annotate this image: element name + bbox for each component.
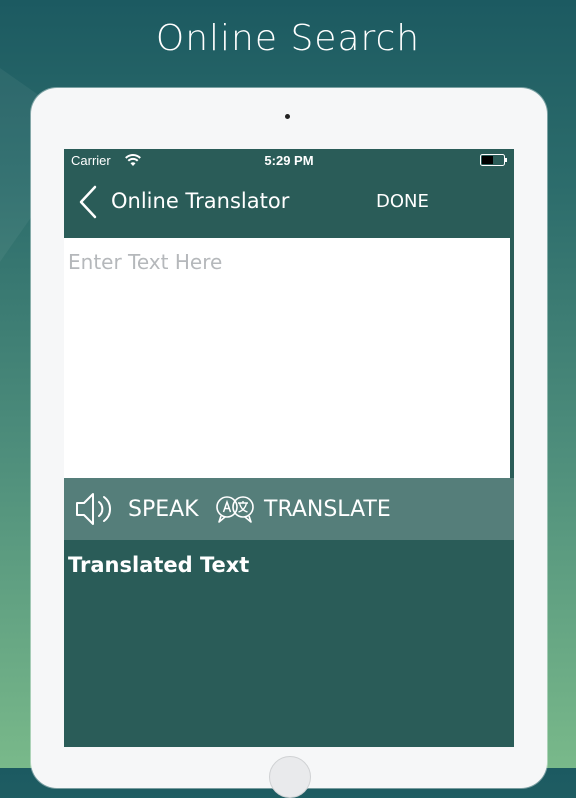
done-button[interactable]: DONE [376,191,429,212]
translated-text-output: Translated Text [68,553,250,577]
status-bar: Carrier 5:29 PM [64,149,514,171]
action-bar: SPEAK TRANSLATE [64,478,514,540]
speaker-icon [76,493,111,525]
speak-label: SPEAK [128,496,199,522]
speak-button[interactable]: SPEAK [74,478,199,540]
app-screen: Carrier 5:29 PM Online Translator DONE E… [64,149,514,747]
translate-button[interactable]: TRANSLATE [214,478,391,540]
navigation-bar: Online Translator DONE [64,171,514,237]
camera-dot [285,114,290,119]
tablet-frame: Carrier 5:29 PM Online Translator DONE E… [31,88,547,798]
translate-icon [216,496,254,523]
home-button[interactable] [269,756,311,798]
translate-label: TRANSLATE [264,496,391,522]
nav-title: Online Translator [111,189,290,213]
source-text-input[interactable] [64,238,510,478]
battery-icon [480,154,507,166]
marketing-title: Online Search [155,18,421,59]
chevron-left-icon[interactable] [78,185,98,219]
status-time: 5:29 PM [264,153,314,168]
